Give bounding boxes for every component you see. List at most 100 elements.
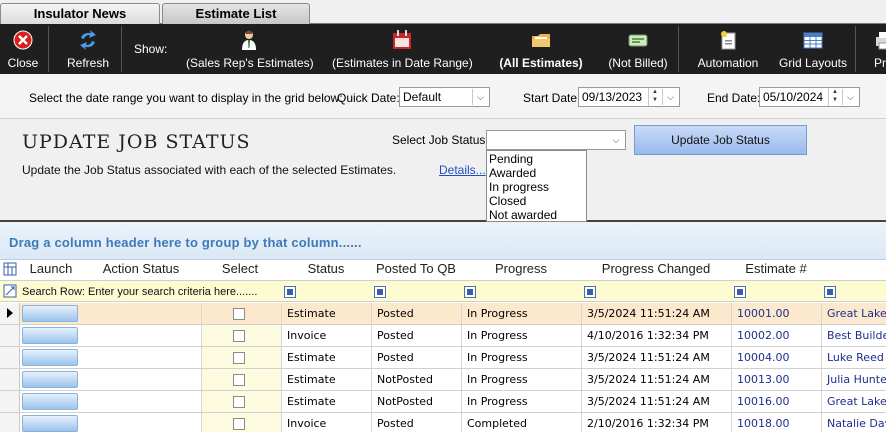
changed-cell: 3/5/2024 11:51:24 AM bbox=[582, 347, 732, 368]
job-status-select[interactable]: ⌵ bbox=[486, 130, 626, 150]
quick-date-label: Quick Date: bbox=[337, 91, 400, 105]
select-checkbox[interactable] bbox=[233, 418, 245, 430]
changed-cell: 3/5/2024 11:51:24 AM bbox=[582, 391, 732, 412]
posted-cell: NotPosted bbox=[372, 369, 462, 390]
show-label: Show: bbox=[134, 42, 168, 56]
row-selector[interactable] bbox=[0, 325, 20, 346]
person-icon bbox=[241, 30, 256, 50]
not-billed-button[interactable]: (Not Billed) bbox=[600, 24, 676, 74]
chevron-down-icon[interactable]: ⌵ bbox=[662, 89, 678, 105]
column-header-progress-changed[interactable]: Progress Changed bbox=[582, 260, 730, 280]
launch-button[interactable] bbox=[22, 349, 78, 366]
column-header-status[interactable]: Status bbox=[282, 260, 370, 280]
row-selector[interactable] bbox=[0, 391, 20, 412]
status-cell: Estimate bbox=[282, 391, 372, 412]
estimates-in-date-range-button[interactable]: (Estimates in Date Range) bbox=[332, 24, 473, 74]
print-label: Pr bbox=[874, 56, 886, 70]
automation-button[interactable]: Automation bbox=[690, 24, 766, 74]
select-checkbox[interactable] bbox=[233, 330, 245, 342]
table-row[interactable]: Estimate NotPosted In Progress 3/5/2024 11:… bbox=[0, 369, 886, 391]
launch-button[interactable] bbox=[22, 371, 78, 388]
status-cell: Invoice bbox=[282, 413, 372, 432]
column-header-select[interactable]: Select bbox=[202, 260, 278, 280]
launch-button[interactable] bbox=[22, 415, 78, 432]
row-selector[interactable] bbox=[0, 303, 20, 324]
row-selector[interactable] bbox=[0, 347, 20, 368]
table-row[interactable]: Invoice Posted Completed 2/10/2016 1:32:34 … bbox=[0, 413, 886, 432]
grid-icon bbox=[803, 32, 823, 49]
chevron-down-icon[interactable]: ⌵ bbox=[472, 89, 488, 105]
update-job-status-button[interactable]: Update Job Status bbox=[634, 125, 807, 155]
toolbar-divider bbox=[121, 26, 122, 72]
posted-cell: Posted bbox=[372, 347, 462, 368]
spin-icon[interactable]: ▲ ▼ bbox=[828, 88, 841, 106]
column-header-progress[interactable]: Progress bbox=[462, 260, 580, 280]
progress-cell: In Progress bbox=[462, 391, 582, 412]
option-closed[interactable]: Closed bbox=[487, 194, 586, 208]
spin-icon[interactable]: ▲ ▼ bbox=[648, 88, 661, 106]
tab-estimate-list[interactable]: Estimate List bbox=[162, 3, 310, 24]
bill-icon bbox=[628, 34, 648, 47]
filter-icon[interactable] bbox=[284, 286, 296, 298]
select-checkbox[interactable] bbox=[233, 374, 245, 386]
launch-button[interactable] bbox=[22, 327, 78, 344]
details-link[interactable]: Details... bbox=[439, 163, 486, 177]
launch-button[interactable] bbox=[22, 305, 78, 322]
quick-date-select[interactable]: Default ⌵ bbox=[399, 87, 490, 107]
table-row[interactable]: Estimate Posted In Progress 3/5/2024 11:51:… bbox=[0, 303, 886, 325]
start-date-value: 09/13/2023 bbox=[582, 90, 643, 104]
sales-rep-estimates-label: (Sales Rep's Estimates) bbox=[186, 56, 314, 70]
row-selector[interactable] bbox=[0, 369, 20, 390]
table-row[interactable]: Estimate NotPosted In Progress 3/5/2024 11:… bbox=[0, 391, 886, 413]
select-checkbox[interactable] bbox=[233, 396, 245, 408]
select-job-status-label: Select Job Status: bbox=[392, 133, 489, 147]
filter-icon[interactable] bbox=[464, 286, 476, 298]
start-date-field[interactable]: 09/13/2023 ▲ ▼ ⌵ bbox=[578, 87, 680, 107]
tab-insulator-news[interactable]: Insulator News bbox=[0, 3, 160, 24]
column-header-estimate-number[interactable]: Estimate # bbox=[732, 260, 820, 280]
customer-cell: Luke Reed bbox=[822, 347, 886, 368]
end-date-field[interactable]: 05/10/2024 ▲ ▼ ⌵ bbox=[759, 87, 860, 107]
grid-layouts-button[interactable]: Grid Layouts bbox=[774, 24, 852, 74]
column-header-launch[interactable]: Launch bbox=[22, 260, 80, 280]
customer-cell: Natalie Dav bbox=[822, 413, 886, 432]
filter-icon[interactable] bbox=[734, 286, 746, 298]
status-cell: Invoice bbox=[282, 325, 372, 346]
row-selector[interactable] bbox=[0, 413, 20, 432]
close-button[interactable]: Close bbox=[0, 24, 46, 74]
sales-rep-estimates-button[interactable]: (Sales Rep's Estimates) bbox=[186, 24, 314, 74]
all-estimates-button[interactable]: (All Estimates) bbox=[496, 24, 586, 74]
chevron-down-icon[interactable]: ⌵ bbox=[608, 132, 624, 148]
group-by-panel[interactable]: Drag a column header here to group by th… bbox=[0, 222, 886, 260]
calendar-icon bbox=[393, 30, 411, 49]
filter-icon[interactable] bbox=[374, 286, 386, 298]
estimate-cell: 10018.00 bbox=[732, 413, 822, 432]
search-row[interactable]: Search Row: Enter your search criteria h… bbox=[0, 280, 886, 302]
group-by-hint: Drag a column header here to group by th… bbox=[9, 235, 362, 250]
option-in-progress[interactable]: In progress bbox=[487, 180, 586, 194]
select-checkbox[interactable] bbox=[233, 308, 245, 320]
column-header-action-status[interactable]: Action Status bbox=[82, 260, 200, 280]
filter-icon[interactable] bbox=[824, 286, 836, 298]
column-chooser-icon[interactable] bbox=[3, 262, 17, 276]
table-row[interactable]: Invoice Posted In Progress 4/10/2016 1:32:3… bbox=[0, 325, 886, 347]
print-button[interactable]: Pr bbox=[868, 24, 886, 74]
filter-icon[interactable] bbox=[584, 286, 596, 298]
customer-cell: Best Builde bbox=[822, 325, 886, 346]
status-cell: Estimate bbox=[282, 347, 372, 368]
select-checkbox[interactable] bbox=[233, 352, 245, 364]
column-header-posted-to-qb[interactable]: Posted To QB bbox=[372, 260, 460, 280]
customer-cell: Great Lake bbox=[822, 303, 886, 324]
option-awarded[interactable]: Awarded bbox=[487, 166, 586, 180]
option-pending[interactable]: Pending bbox=[487, 152, 586, 166]
end-date-value: 05/10/2024 bbox=[763, 90, 824, 104]
action-status-cell bbox=[82, 303, 202, 324]
start-date-label: Start Date: bbox=[523, 91, 581, 105]
refresh-button[interactable]: Refresh bbox=[58, 24, 118, 74]
chevron-down-icon[interactable]: ⌵ bbox=[842, 89, 858, 105]
date-range-bar: Select the date range you want to displa… bbox=[0, 74, 886, 118]
table-row[interactable]: Estimate Posted In Progress 3/5/2024 11:51:… bbox=[0, 347, 886, 369]
tab-strip: Insulator News Estimate List bbox=[0, 0, 886, 24]
option-not-awarded[interactable]: Not awarded bbox=[487, 208, 586, 222]
launch-button[interactable] bbox=[22, 393, 78, 410]
